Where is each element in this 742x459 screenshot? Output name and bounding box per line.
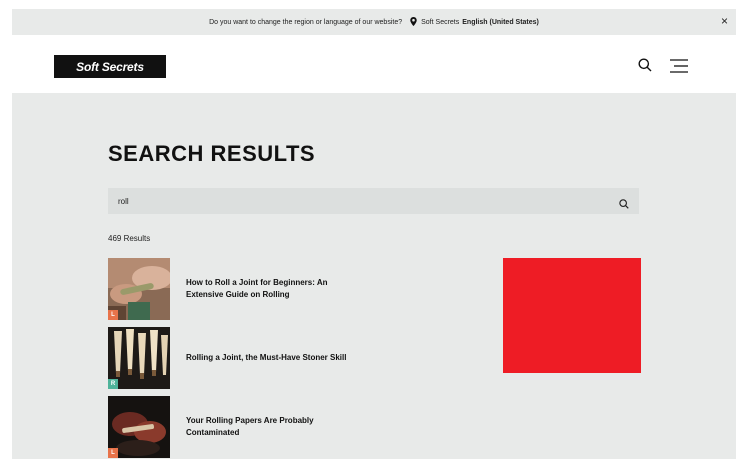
search-results-section: SEARCH RESULTS 469 Results L How to Roll… xyxy=(12,93,736,459)
region-brand-link[interactable]: Soft Secrets xyxy=(421,19,459,26)
result-title[interactable]: Your Rolling Papers Are Probably Contami… xyxy=(186,396,356,458)
result-title[interactable]: How to Roll a Joint for Beginners: An Ex… xyxy=(186,258,356,320)
result-thumbnail[interactable]: R xyxy=(108,327,170,389)
hamburger-menu-icon[interactable] xyxy=(669,59,689,73)
category-badge: L xyxy=(108,448,118,458)
category-badge: R xyxy=(108,379,118,389)
region-banner: Do you want to change the region or lang… xyxy=(12,9,736,35)
result-item[interactable]: L Your Rolling Papers Are Probably Conta… xyxy=(108,396,458,458)
location-pin-icon xyxy=(410,16,417,28)
region-language-link[interactable]: English (United States) xyxy=(462,19,539,26)
category-badge: L xyxy=(108,310,118,320)
result-title[interactable]: Rolling a Joint, the Must-Have Stoner Sk… xyxy=(186,327,356,389)
results-count: 469 Results xyxy=(108,234,151,243)
site-logo[interactable]: Soft Secrets xyxy=(54,55,166,78)
result-item[interactable]: R Rolling a Joint, the Must-Have Stoner … xyxy=(108,327,458,389)
close-icon[interactable]: × xyxy=(721,14,728,28)
search-bar xyxy=(108,188,639,214)
search-input[interactable] xyxy=(108,188,639,214)
result-thumbnail[interactable]: L xyxy=(108,258,170,320)
advertisement-banner[interactable] xyxy=(503,258,641,373)
site-header: Soft Secrets xyxy=(12,35,736,93)
search-submit-icon[interactable] xyxy=(619,196,629,209)
search-icon[interactable] xyxy=(638,58,652,72)
region-question: Do you want to change the region or lang… xyxy=(209,18,403,26)
page-title: SEARCH RESULTS xyxy=(108,141,316,166)
result-thumbnail[interactable]: L xyxy=(108,396,170,458)
result-item[interactable]: L How to Roll a Joint for Beginners: An … xyxy=(108,258,458,320)
